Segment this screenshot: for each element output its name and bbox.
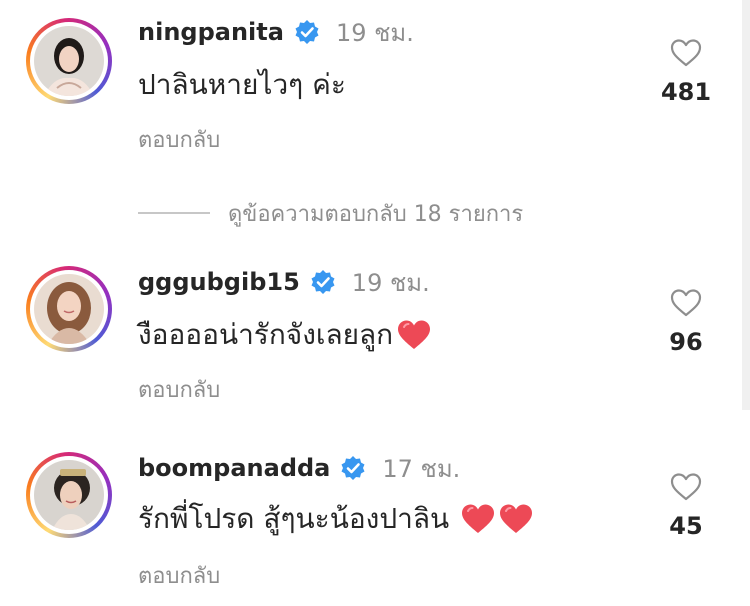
avatar[interactable] xyxy=(34,274,104,344)
comment-text: รักพี่โปรด สู้ๆนะน้องปาลิน xyxy=(138,496,533,542)
view-replies-divider xyxy=(138,212,210,214)
avatar[interactable] xyxy=(34,26,104,96)
like-button[interactable]: 96 xyxy=(656,288,716,356)
story-ring[interactable] xyxy=(26,18,112,104)
comment-text-content: ปาลินหายไวๆ ค่ะ xyxy=(138,68,346,101)
comment-item: boompanadda 17 ชม. รักพี่โปรด สู้ๆนะน้อง… xyxy=(0,436,740,606)
verified-badge-icon xyxy=(295,20,319,44)
verified-badge-icon xyxy=(311,270,335,294)
verified-badge-icon xyxy=(341,456,365,480)
scrollbar[interactable] xyxy=(742,0,750,410)
username-link[interactable]: ningpanita xyxy=(138,18,284,46)
username-link[interactable]: boompanadda xyxy=(138,454,330,482)
story-ring[interactable] xyxy=(26,452,112,538)
like-count: 45 xyxy=(669,512,703,540)
red-heart-emoji-icon xyxy=(500,504,533,533)
comment-item: ningpanita 19 ชม. ปาลินหายไวๆ ค่ะ ตอบกลั… xyxy=(0,0,740,170)
like-button[interactable]: 45 xyxy=(656,472,716,540)
heart-outline-icon[interactable] xyxy=(670,472,702,502)
red-heart-emoji-icon xyxy=(462,504,495,533)
reply-button[interactable]: ตอบกลับ xyxy=(138,372,220,407)
heart-outline-icon[interactable] xyxy=(670,288,702,318)
comment-header: ningpanita 19 ชม. xyxy=(138,14,414,50)
avatar[interactable] xyxy=(34,460,104,530)
comment-header: boompanadda 17 ชม. xyxy=(138,450,460,486)
comment-text: งืออออน่ารักจังเลยลูก xyxy=(138,312,431,358)
comment-timestamp: 19 ชม. xyxy=(351,268,430,297)
comment-timestamp: 19 ชม. xyxy=(335,18,414,47)
story-ring[interactable] xyxy=(26,266,112,352)
comment-timestamp: 17 ชม. xyxy=(382,454,461,483)
like-button[interactable]: 481 xyxy=(656,38,716,106)
heart-outline-icon[interactable] xyxy=(670,38,702,68)
like-count: 481 xyxy=(660,78,712,106)
comment-text-content: รักพี่โปรด สู้ๆนะน้องปาลิน xyxy=(138,502,450,535)
username-link[interactable]: gggubgib15 xyxy=(138,268,300,296)
view-replies-label[interactable]: ดูข้อความตอบกลับ 18 รายการ xyxy=(228,196,523,231)
comment-text-content: งืออออน่ารักจังเลยลูก xyxy=(138,318,394,351)
comment-header: gggubgib15 19 ชม. xyxy=(138,264,430,300)
red-heart-emoji-icon xyxy=(398,320,431,349)
view-replies-button[interactable]: ดูข้อความตอบกลับ 18 รายการ xyxy=(138,196,523,230)
comment-item: gggubgib15 19 ชม. งืออออน่ารักจังเลยลูก … xyxy=(0,250,740,420)
like-count: 96 xyxy=(669,328,703,356)
reply-button[interactable]: ตอบกลับ xyxy=(138,558,220,593)
comment-text: ปาลินหายไวๆ ค่ะ xyxy=(138,62,346,108)
reply-button[interactable]: ตอบกลับ xyxy=(138,122,220,157)
